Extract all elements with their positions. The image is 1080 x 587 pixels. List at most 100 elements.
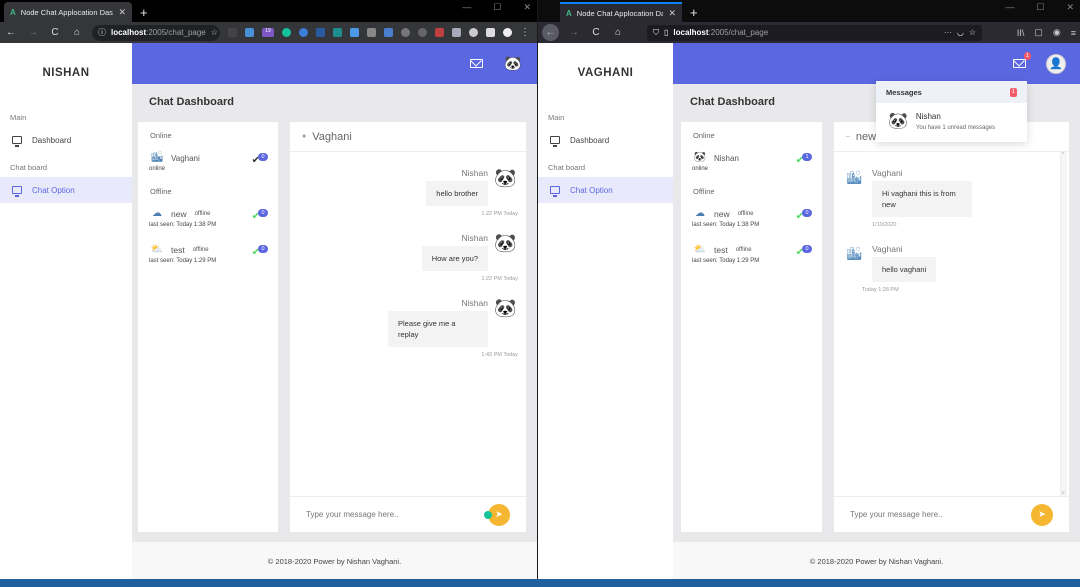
bookmark-star-icon[interactable]: ☆	[969, 28, 976, 37]
monitor-icon	[12, 186, 22, 197]
dropdown-count-badge: 1	[1009, 87, 1017, 97]
extension-icon[interactable]	[469, 28, 478, 37]
site-info-icon[interactable]: ⓘ	[98, 27, 106, 38]
sidebar-item-dashboard[interactable]: Dashboard	[0, 127, 132, 153]
sidebar-item-chat-option[interactable]: Chat Option	[0, 177, 132, 203]
grammarly-extension-icon[interactable]	[282, 28, 291, 37]
browser-toolbar: ← → C ⌂ ⓘ localhost:2005/chat_page ☆ 19	[0, 22, 537, 43]
extension-badge-icon[interactable]: 19	[262, 28, 274, 37]
page-actions-icon[interactable]: ···	[944, 28, 952, 37]
maximize-button[interactable]: ☐	[493, 2, 501, 13]
message-bubble: Please give me a replay	[388, 311, 488, 347]
user-list-item[interactable]: 🏙 Vaghani online ✔ 0	[138, 142, 278, 172]
grammarly-icon[interactable]	[484, 510, 492, 519]
user-status: online	[149, 166, 166, 172]
extension-icon[interactable]	[384, 28, 393, 37]
browser-tab[interactable]: A Node Chat Applocation Dashboa ✕	[4, 2, 132, 22]
brand-name: NISHAN	[42, 67, 90, 79]
extension-icon[interactable]	[367, 28, 376, 37]
pocket-icon[interactable]: ◡	[957, 28, 964, 37]
user-status: offline	[737, 211, 754, 217]
sidebar-item-label: Chat Option	[570, 185, 613, 195]
sidebar-toggle-icon[interactable]: ▢	[1034, 27, 1043, 38]
dropdown-message-item[interactable]: 🐼 Nishan You have 1 unread messages	[876, 103, 1027, 142]
message-input[interactable]	[850, 510, 1031, 519]
user-avatar[interactable]: 👤	[1046, 53, 1066, 74]
user-list-item[interactable]: ⛅ test offline last seen: Today 1:29 PM …	[138, 228, 278, 264]
chrome-window: A Node Chat Applocation Dashboa ✕ + — ☐ …	[0, 0, 537, 580]
sidebar-item-chat-option[interactable]: Chat Option	[538, 177, 673, 203]
extension-icon[interactable]	[435, 28, 444, 37]
chat-message: Nishan How are you? 1:22 PM Today 🐼	[302, 233, 518, 282]
user-list-item[interactable]: 🐼 Nishan online ✔ 1	[681, 142, 822, 172]
message-time: 1/10/2020	[872, 222, 897, 228]
extension-icon[interactable]	[299, 28, 308, 37]
message-input[interactable]	[306, 510, 484, 519]
unread-text: You have 1 unread messages	[915, 124, 996, 131]
tab-close-icon[interactable]: ✕	[668, 8, 676, 19]
user-avatar[interactable]: 🐼	[503, 54, 523, 74]
user-list-item[interactable]: ☁ new offline last seen: Today 1:38 PM ✔…	[681, 198, 822, 228]
sidebar-item-label: Dashboard	[570, 135, 610, 145]
home-button[interactable]: ⌂	[611, 27, 625, 38]
extension-icon[interactable]	[418, 28, 427, 37]
favicon-icon: A	[566, 8, 572, 18]
reload-button[interactable]: C	[589, 27, 603, 38]
tracking-shield-icon[interactable]: ⛉	[653, 28, 659, 38]
minimize-button[interactable]: —	[1005, 2, 1014, 13]
message-bubble: hello vaghani	[872, 257, 937, 282]
back-button[interactable]: ←	[4, 27, 18, 38]
forward-button[interactable]: →	[567, 27, 581, 38]
user-name: new	[171, 209, 187, 219]
chat-message: Nishan hello brother 1:22 PM Today 🐼	[302, 168, 518, 217]
extension-icon[interactable]	[350, 28, 359, 37]
close-window-button[interactable]: ✕	[523, 2, 531, 13]
chat-messages[interactable]: Nishan hello brother 1:22 PM Today 🐼 Nis…	[290, 152, 526, 496]
tab-strip: A Node Chat Applocation Dashb ✕ + — ☐ ✕	[538, 0, 1080, 22]
url-host: localhost	[673, 28, 709, 37]
chrome-menu-icon[interactable]: ⋮	[520, 27, 530, 38]
extension-icon[interactable]	[401, 28, 410, 37]
address-bar[interactable]: ⓘ localhost:2005/chat_page ☆	[92, 24, 220, 41]
mail-icon[interactable]: 1	[1013, 52, 1031, 68]
online-section-label: Online	[150, 130, 172, 140]
library-icon[interactable]: II\	[1017, 28, 1025, 38]
puzzle-extensions-icon[interactable]	[486, 28, 495, 37]
tab-close-icon[interactable]: ✕	[118, 7, 126, 18]
user-avatar: 🏙	[150, 152, 164, 163]
new-tab-button[interactable]: +	[132, 2, 156, 22]
close-window-button[interactable]: ✕	[1066, 2, 1074, 13]
minimize-button[interactable]: —	[462, 2, 471, 13]
new-tab-button[interactable]: +	[682, 2, 706, 22]
browser-tab[interactable]: A Node Chat Applocation Dashb ✕	[560, 2, 682, 22]
profile-avatar-icon[interactable]	[503, 28, 512, 37]
page-title: Chat Dashboard	[149, 96, 234, 108]
extension-icon[interactable]	[245, 28, 254, 37]
user-list-item[interactable]: ⛅ test offline last seen: Today 1:29 PM …	[681, 228, 822, 264]
extension-icon[interactable]	[228, 28, 237, 37]
send-button[interactable]: ➤	[1031, 503, 1053, 526]
reload-button[interactable]: C	[48, 27, 62, 38]
extension-icon[interactable]	[333, 28, 342, 37]
account-icon[interactable]: ◉	[1053, 27, 1061, 38]
address-bar[interactable]: ⛉ ▯ localhost:2005/chat_page ··· ◡ ☆	[647, 24, 982, 41]
tab-title: Node Chat Applocation Dashb	[576, 8, 664, 18]
home-button[interactable]: ⌂	[70, 27, 84, 38]
user-name: Vaghani	[171, 153, 200, 163]
user-list-item[interactable]: ☁ new offline last seen: Today 1:38 PM ✔…	[138, 198, 278, 228]
chat-card: – new 🏙 Vaghani Hi vaghani this is from …	[834, 122, 1069, 532]
message-bubble: How are you?	[421, 246, 488, 271]
maximize-button[interactable]: ☐	[1036, 2, 1044, 13]
mail-icon[interactable]	[470, 59, 483, 68]
unread-count-badge: 1	[802, 153, 812, 161]
chat-messages[interactable]: 🏙 Vaghani Hi vaghani this is from new 1/…	[834, 152, 1069, 496]
back-button[interactable]: ←	[542, 24, 559, 41]
hamburger-menu-icon[interactable]: ≡	[1071, 28, 1076, 38]
chat-scrollbar[interactable]	[1060, 152, 1067, 496]
mail-count-badge: 1	[1023, 52, 1031, 60]
forward-button[interactable]: →	[26, 27, 40, 38]
bookmark-star-icon[interactable]: ☆	[211, 28, 218, 37]
extension-icon[interactable]	[316, 28, 325, 37]
shield-extension-icon[interactable]	[452, 28, 461, 37]
sidebar-item-dashboard[interactable]: Dashboard	[538, 127, 673, 153]
